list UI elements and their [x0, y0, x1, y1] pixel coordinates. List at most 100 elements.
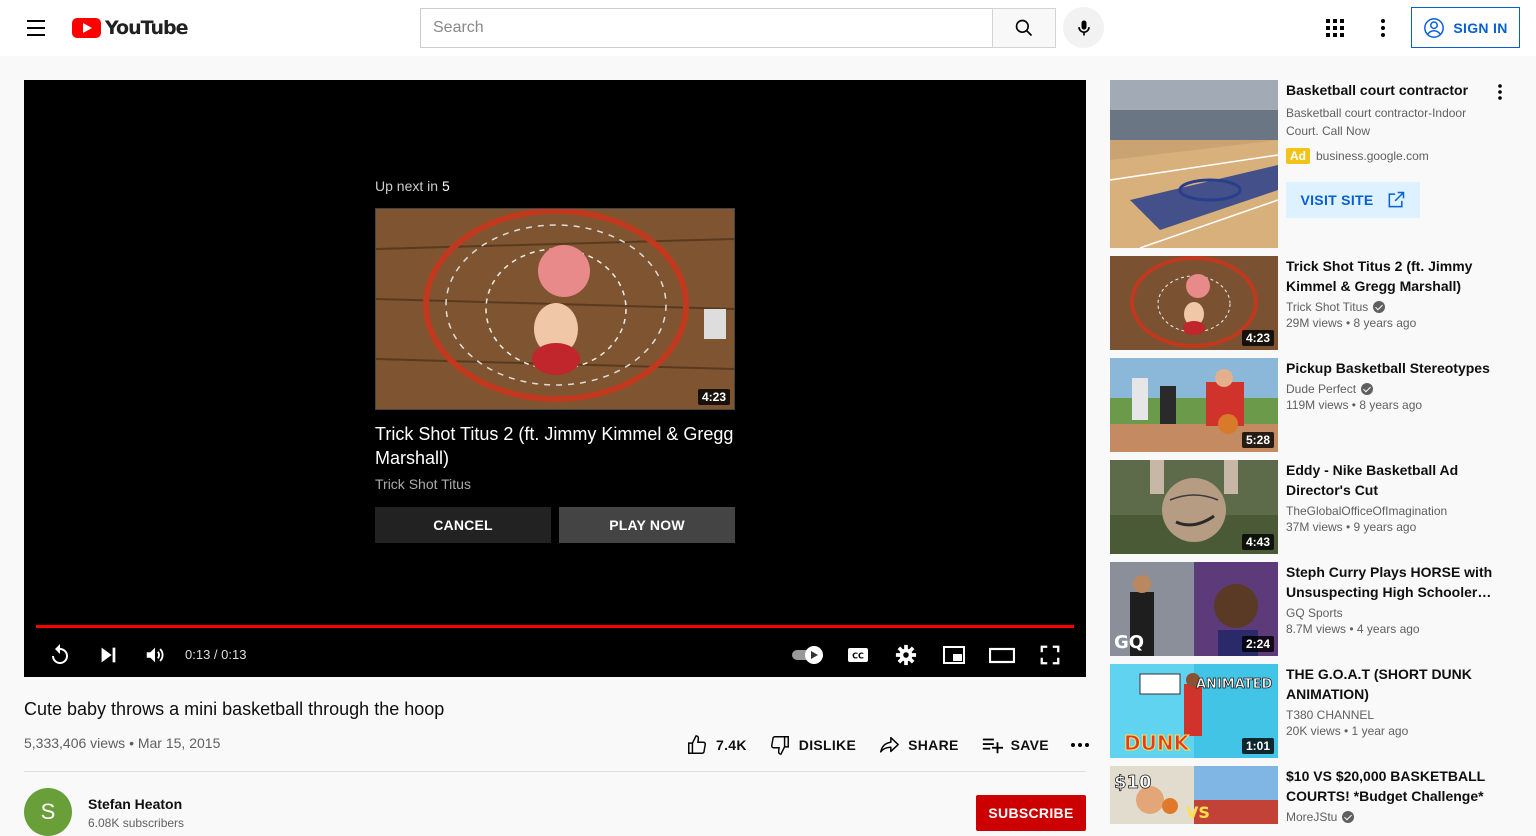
- autoplay-toggle[interactable]: [788, 637, 828, 673]
- recommendation-info: Steph Curry Plays HORSE with Unsuspectin…: [1286, 562, 1496, 636]
- ad-description: Basketball court contractor-Indoor Court…: [1286, 106, 1467, 138]
- progress-bar[interactable]: [36, 625, 1074, 628]
- channel-name[interactable]: Stefan Heaton: [88, 796, 182, 812]
- gear-icon: [895, 644, 917, 666]
- visit-site-button[interactable]: VISIT SITE: [1286, 182, 1420, 218]
- recommendation-item[interactable]: 5:28 Pickup Basketball Stereotypes Dude …: [1110, 358, 1520, 452]
- recommendation-channel: TheGlobalOfficeOfImagination: [1286, 504, 1496, 518]
- recommendation-info: Trick Shot Titus 2 (ft. Jimmy Kimmel & G…: [1286, 256, 1496, 330]
- replay-button[interactable]: [42, 637, 78, 673]
- recommendation-title[interactable]: Pickup Basketball Stereotypes: [1286, 358, 1496, 378]
- recommendation-item[interactable]: 4:23 Trick Shot Titus 2 (ft. Jimmy Kimme…: [1110, 256, 1520, 350]
- search-button[interactable]: [992, 8, 1056, 48]
- recommendation-title[interactable]: $10 VS $20,000 BASKETBALL COURTS! *Budge…: [1286, 766, 1496, 806]
- save-label: SAVE: [1010, 737, 1049, 753]
- svg-text:GQ: GQ: [1114, 632, 1144, 653]
- ad-menu-button[interactable]: [1488, 80, 1512, 104]
- youtube-logo[interactable]: YouTube: [72, 17, 188, 39]
- recommendation-title[interactable]: Steph Curry Plays HORSE with Unsuspectin…: [1286, 562, 1496, 602]
- recommendation-title[interactable]: Trick Shot Titus 2 (ft. Jimmy Kimmel & G…: [1286, 256, 1496, 296]
- cancel-autoplay-button[interactable]: CANCEL: [375, 507, 551, 543]
- sign-in-label: SIGN IN: [1453, 19, 1508, 36]
- more-actions-button[interactable]: [1070, 743, 1089, 747]
- channel-avatar[interactable]: S: [24, 788, 72, 836]
- play-now-button[interactable]: PLAY NOW: [559, 507, 735, 543]
- replay-icon: [52, 644, 68, 664]
- recommendation-item[interactable]: $10 VS $10 VS $20,000 BASKETBALL COURTS!…: [1110, 766, 1520, 824]
- youtube-play-icon: [72, 18, 101, 38]
- recommendation-channel: GQ Sports: [1286, 606, 1496, 620]
- video-title: Cute baby throws a mini basketball throu…: [24, 699, 445, 719]
- recommendation-item[interactable]: GQ 2:24 Steph Curry Plays HORSE with Uns…: [1110, 562, 1520, 656]
- search-input[interactable]: [433, 19, 992, 37]
- more-vert-icon: [1381, 19, 1385, 37]
- recommendation-thumbnail[interactable]: 4:43: [1110, 460, 1278, 554]
- search-box: [420, 8, 993, 48]
- captions-button[interactable]: CC: [840, 637, 876, 673]
- recommendation-info: Pickup Basketball Stereotypes Dude Perfe…: [1286, 358, 1496, 412]
- info-divider: [24, 771, 1086, 772]
- up-next-thumbnail[interactable]: 4:23: [375, 208, 735, 410]
- ad-domain-row: Ad business.google.com: [1286, 148, 1429, 164]
- recommendation-meta: 119M views • 8 years ago: [1286, 398, 1423, 412]
- next-button[interactable]: [90, 637, 126, 673]
- like-button[interactable]: 7.4K: [686, 734, 747, 756]
- ad-badge: Ad: [1286, 148, 1310, 164]
- recommendation-channel: Trick Shot Titus: [1286, 300, 1496, 314]
- masthead: YouTube SIGN IN: [0, 0, 1536, 56]
- recommendation-channel: MoreJStu: [1286, 810, 1496, 824]
- recommendation-title[interactable]: THE G.O.A.T (SHORT DUNK ANIMATION): [1286, 664, 1496, 704]
- recommendation-channel: Dude Perfect: [1286, 382, 1496, 396]
- more-horiz-icon: [1070, 743, 1089, 747]
- up-next-actions: CANCEL PLAY NOW: [375, 507, 735, 543]
- dislike-button[interactable]: DISLIKE: [769, 734, 856, 756]
- save-button[interactable]: SAVE: [981, 734, 1049, 756]
- ad-title[interactable]: Basketball court contractor: [1286, 82, 1468, 98]
- recommendation-item[interactable]: DUNK ANIMATED 1:01 THE G.O.A.T (SHORT DU…: [1110, 664, 1520, 758]
- voice-search-button[interactable]: [1063, 7, 1104, 48]
- fullscreen-button[interactable]: [1032, 637, 1068, 673]
- miniplayer-icon: [943, 646, 965, 664]
- channel-label: MoreJStu: [1286, 810, 1338, 824]
- share-label: SHARE: [908, 737, 959, 753]
- video-duration: 2:24: [1241, 636, 1274, 652]
- recommendation-thumbnail[interactable]: GQ 2:24: [1110, 562, 1278, 656]
- settings-more-button[interactable]: [1363, 8, 1403, 48]
- recommendation-meta: 37M views • 9 years ago: [1286, 520, 1417, 534]
- sidebar-ad[interactable]: Basketball court contractor Basketball c…: [1110, 80, 1520, 248]
- up-next-title[interactable]: Trick Shot Titus 2 (ft. Jimmy Kimmel & G…: [375, 422, 735, 470]
- thumb-up-icon: [688, 735, 706, 754]
- recommendation-item[interactable]: 4:43 Eddy - Nike Basketball Ad Director'…: [1110, 460, 1520, 554]
- settings-button[interactable]: [888, 637, 924, 673]
- up-next-countdown: 5: [441, 178, 450, 194]
- verified-icon: [1342, 811, 1355, 823]
- hamburger-icon-line: [27, 27, 45, 29]
- share-button[interactable]: SHARE: [878, 734, 959, 756]
- fullscreen-icon: [1040, 645, 1060, 665]
- autoplay-toggle-icon: [792, 646, 823, 664]
- recommendation-thumbnail[interactable]: 5:28: [1110, 358, 1278, 452]
- search-icon: [1015, 19, 1033, 37]
- sign-in-button[interactable]: SIGN IN: [1411, 7, 1520, 48]
- video-player[interactable]: Up next in 5 4:23 Trick Shot Titus 2 (ft…: [24, 80, 1086, 677]
- recommendation-thumbnail[interactable]: DUNK ANIMATED 1:01: [1110, 664, 1278, 758]
- ad-thumbnail[interactable]: [1110, 80, 1278, 248]
- apps-grid-icon: [1326, 19, 1344, 37]
- video-view-date: 5,333,406 views • Mar 15, 2015: [24, 735, 221, 751]
- guide-menu-button[interactable]: [16, 8, 56, 48]
- up-next-overlay: Up next in 5 4:23 Trick Shot Titus 2 (ft…: [375, 178, 735, 543]
- recommendation-meta: 29M views • 8 years ago: [1286, 316, 1417, 330]
- mute-button[interactable]: [137, 637, 173, 673]
- recommendation-thumbnail[interactable]: 4:23: [1110, 256, 1278, 350]
- recommendation-channel: T380 CHANNEL: [1286, 708, 1496, 722]
- theater-mode-button[interactable]: [984, 637, 1020, 673]
- miniplayer-button[interactable]: [936, 637, 972, 673]
- recommendation-meta: 8.7M views • 4 years ago: [1286, 622, 1420, 636]
- recommendation-title[interactable]: Eddy - Nike Basketball Ad Director's Cut: [1286, 460, 1496, 500]
- recommendation-thumbnail[interactable]: $10 VS: [1110, 766, 1278, 824]
- subscribe-button[interactable]: SUBSCRIBE: [976, 795, 1086, 831]
- video-duration: 5:28: [1241, 432, 1274, 448]
- share-icon: [880, 736, 900, 753]
- logo-text: YouTube: [105, 17, 188, 39]
- apps-button[interactable]: [1315, 8, 1355, 48]
